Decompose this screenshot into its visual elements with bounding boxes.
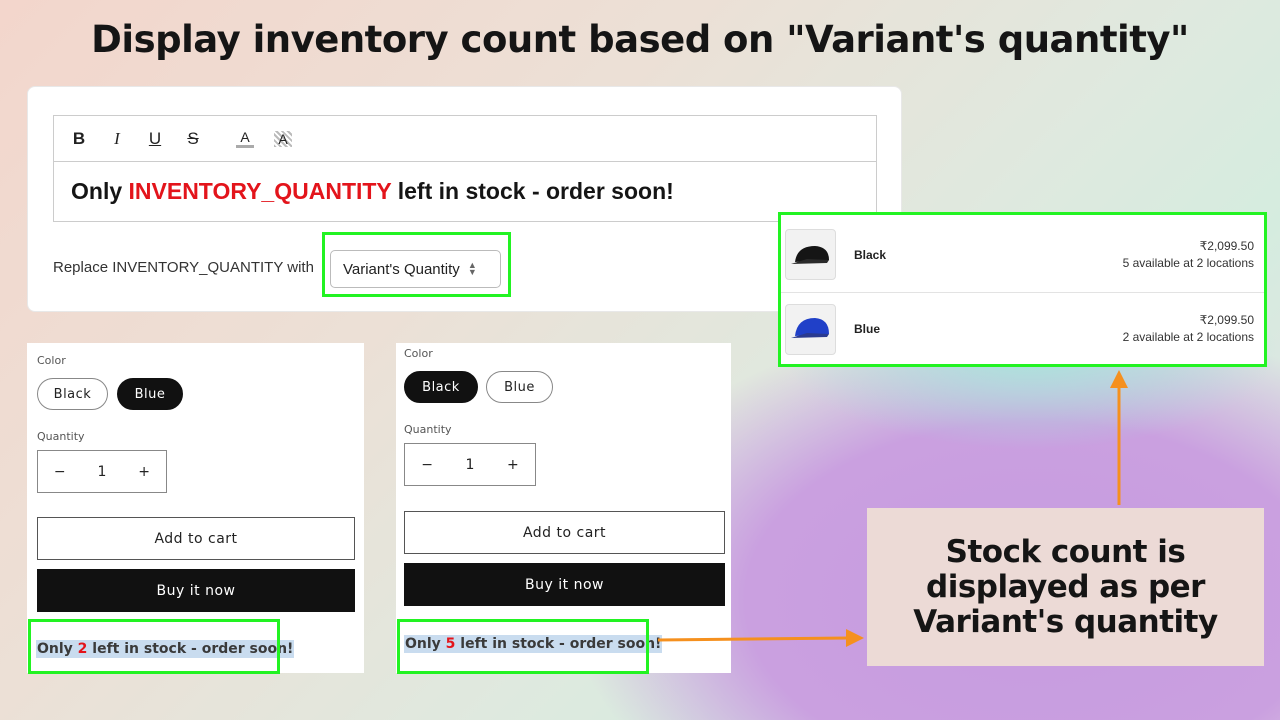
arrow-right [657,636,849,642]
arrow-head-icon [846,629,864,647]
arrow-head-icon [1110,370,1128,388]
callout-text: Stock count is displayed as per Variant'… [913,533,1218,640]
callout-box: Stock count is displayed as per Variant'… [867,508,1264,666]
